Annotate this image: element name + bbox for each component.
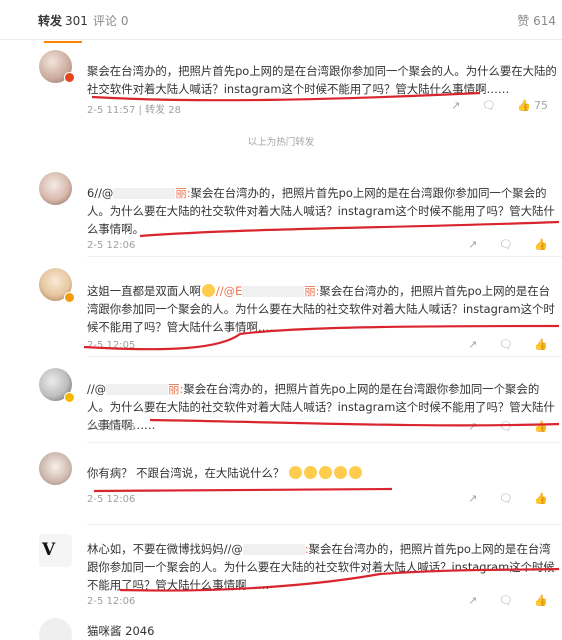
emoji-icon	[333, 466, 347, 479]
share-icon[interactable]: ↗	[451, 99, 460, 112]
repost-meta: 2-5 12:05	[87, 340, 136, 351]
blurred-username	[106, 384, 169, 395]
tab-comment-label: 评论	[93, 14, 118, 28]
thumbs-up-icon: 👍	[517, 99, 531, 112]
share-icon[interactable]: ↗	[468, 492, 477, 505]
repost-text: 6//@ 丽:聚会在台湾办的，把照片首先po上网的是在台湾跟你参加同一个聚会的人。…	[87, 184, 559, 238]
repost-body: 你有病？ 不跟台湾说，在大陆说什么？	[87, 466, 285, 480]
comment-icon[interactable]: 🗨	[499, 238, 513, 251]
avatar[interactable]	[39, 452, 72, 485]
smile-emoji-icon	[201, 284, 215, 297]
divider	[87, 442, 562, 443]
comment-icon[interactable]: 🗨	[499, 492, 513, 505]
blurred-username	[242, 544, 305, 555]
repost-text: 这姐一直都是双面人啊//@E 丽:聚会在台湾办的，把照片首先po上网的是在台湾跟你…	[87, 282, 559, 336]
mention-link[interactable]: 丽:	[175, 186, 190, 200]
repost-prefix: 6//@	[87, 186, 114, 200]
repost-text: 你有病？ 不跟台湾说，在大陆说什么？	[87, 464, 559, 482]
thumbs-up-icon[interactable]: 👍	[534, 594, 548, 607]
tab-repost-label: 转发	[38, 14, 63, 28]
divider	[87, 356, 562, 357]
share-icon[interactable]: ↗	[468, 420, 477, 433]
repost-text: 林心如，不要在微博找妈妈//@:聚会在台湾办的，把照片首先po上网的是在台湾跟你…	[87, 540, 559, 594]
thumbs-up-icon[interactable]: 👍	[534, 338, 548, 351]
thumbs-up-icon[interactable]: 👍	[534, 420, 548, 433]
red-underline-stroke	[93, 487, 393, 493]
thumbs-up-icon[interactable]: 👍	[534, 238, 548, 251]
repost-meta: 2-5 11:57 | 转发 28	[87, 105, 181, 116]
repost-prefix: //@	[87, 382, 107, 396]
tab-comment[interactable]: 评论 0	[93, 12, 128, 29]
tab-repost[interactable]: 转发 301	[38, 12, 88, 43]
hot-divider: 以上为热门转发	[247, 137, 315, 148]
tab-repost-count: 301	[65, 14, 88, 28]
comment-icon[interactable]: 🗨	[499, 594, 513, 607]
tab-like-label: 赞	[517, 14, 530, 28]
share-icon[interactable]: ↗	[468, 338, 477, 351]
emoji-icon	[288, 466, 302, 479]
comment-icon[interactable]: 🗨	[499, 338, 513, 351]
avatar[interactable]	[39, 172, 72, 205]
thumbs-up-icon[interactable]: 👍	[534, 492, 548, 505]
verified-badge-icon	[64, 72, 75, 83]
comment-icon[interactable]: 🗨	[482, 99, 496, 112]
mention-link[interactable]: 丽:	[304, 284, 319, 298]
mention-link[interactable]: //@E	[216, 284, 242, 298]
blurred-username	[113, 188, 176, 199]
tab-bar: 转发 301 评论 0 赞 614	[0, 0, 562, 43]
username[interactable]: 猫咪酱 2046	[87, 623, 154, 639]
repost-meta: 2-5 12:06	[87, 422, 136, 433]
tab-comment-count: 0	[120, 14, 129, 28]
repost-prefix: 这姐一直都是双面人啊	[87, 284, 201, 298]
repost-prefix: 林心如，不要在微博找妈妈//@	[87, 542, 243, 556]
verified-badge-icon	[64, 392, 75, 403]
avatar[interactable]: V	[39, 534, 72, 567]
share-icon[interactable]: ↗	[468, 238, 477, 251]
like-button[interactable]: 👍 75	[517, 99, 548, 112]
divider	[87, 524, 562, 525]
blurred-username	[242, 286, 305, 297]
divider	[87, 256, 562, 257]
avatar[interactable]	[39, 618, 72, 640]
tab-like[interactable]: 赞 614	[517, 12, 556, 29]
repost-text: 聚会在台湾办的，把照片首先po上网的是在台湾跟你参加同一个聚会的人。为什么要在大…	[87, 64, 557, 96]
emoji-icon	[303, 466, 317, 479]
verified-badge-icon	[64, 292, 75, 303]
repost-meta: 2-5 12:06	[87, 494, 136, 505]
mention-link[interactable]: 丽:	[168, 382, 183, 396]
emoji-icon	[348, 466, 362, 479]
comment-icon[interactable]: 🗨	[499, 420, 513, 433]
repost-meta: 2-5 12:06	[87, 596, 136, 607]
tab-like-count: 614	[533, 14, 556, 28]
emoji-icon	[318, 466, 332, 479]
repost-meta: 2-5 12:06	[87, 240, 136, 251]
share-icon[interactable]: ↗	[468, 594, 477, 607]
like-count: 75	[534, 99, 548, 112]
